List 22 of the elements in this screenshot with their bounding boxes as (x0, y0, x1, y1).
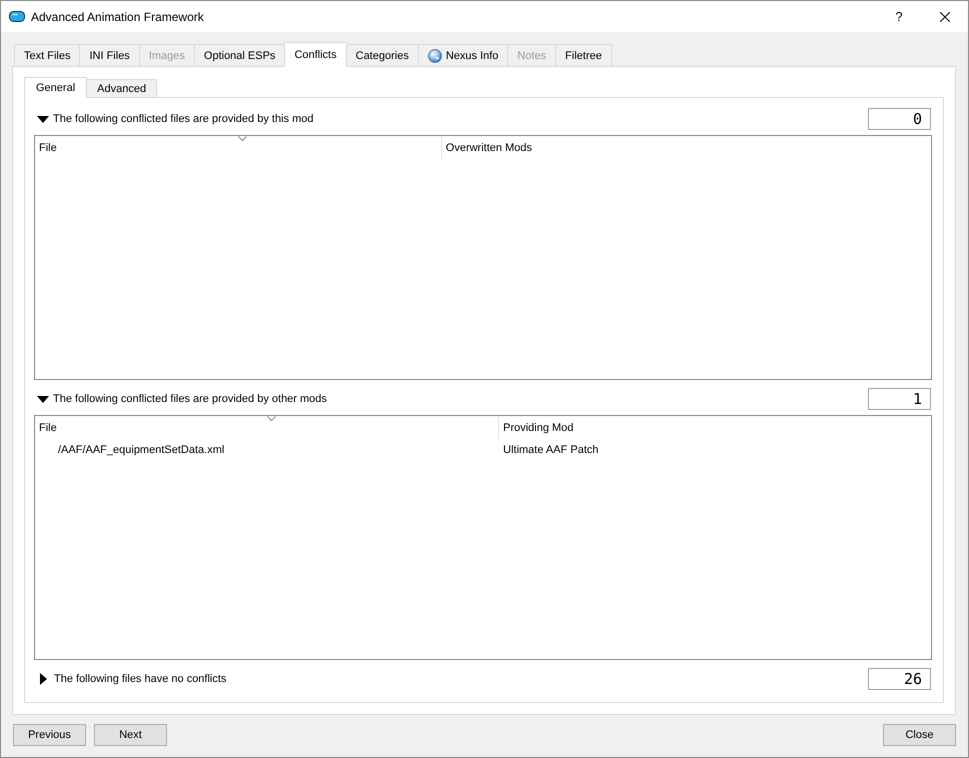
window-title: Advanced Animation Framework (31, 10, 204, 24)
table-cell-text: Ultimate AAF Patch (502, 444, 598, 456)
tab[interactable]: Conflicts (284, 42, 347, 67)
table-cell-text: /AAF/AAF_equipmentSetData.xml (57, 444, 226, 456)
tab[interactable]: Nexus Info (418, 44, 508, 66)
next-button[interactable]: Next (94, 724, 167, 746)
section-toggle[interactable]: The following conflicted files are provided by this mod (34, 110, 314, 128)
app-icon (9, 11, 25, 22)
section-toggle[interactable]: The following files have no conflicts (34, 670, 226, 688)
close-dialog-button[interactable]: Close (883, 724, 956, 746)
count-display: 0 (868, 108, 931, 130)
count-display: 1 (868, 388, 931, 410)
help-button[interactable]: ? (876, 1, 922, 32)
previous-button[interactable]: Previous (13, 724, 86, 746)
tab[interactable]: Filetree (555, 44, 612, 66)
close-icon (940, 12, 950, 22)
globe-icon (428, 48, 442, 62)
tab[interactable]: Text Files (14, 44, 80, 66)
subtab[interactable]: General (24, 77, 88, 98)
section-toggle[interactable]: The following conflicted files are provided by other mods (34, 390, 327, 408)
subtab[interactable]: Advanced (86, 79, 158, 97)
count-display: 26 (868, 668, 931, 690)
